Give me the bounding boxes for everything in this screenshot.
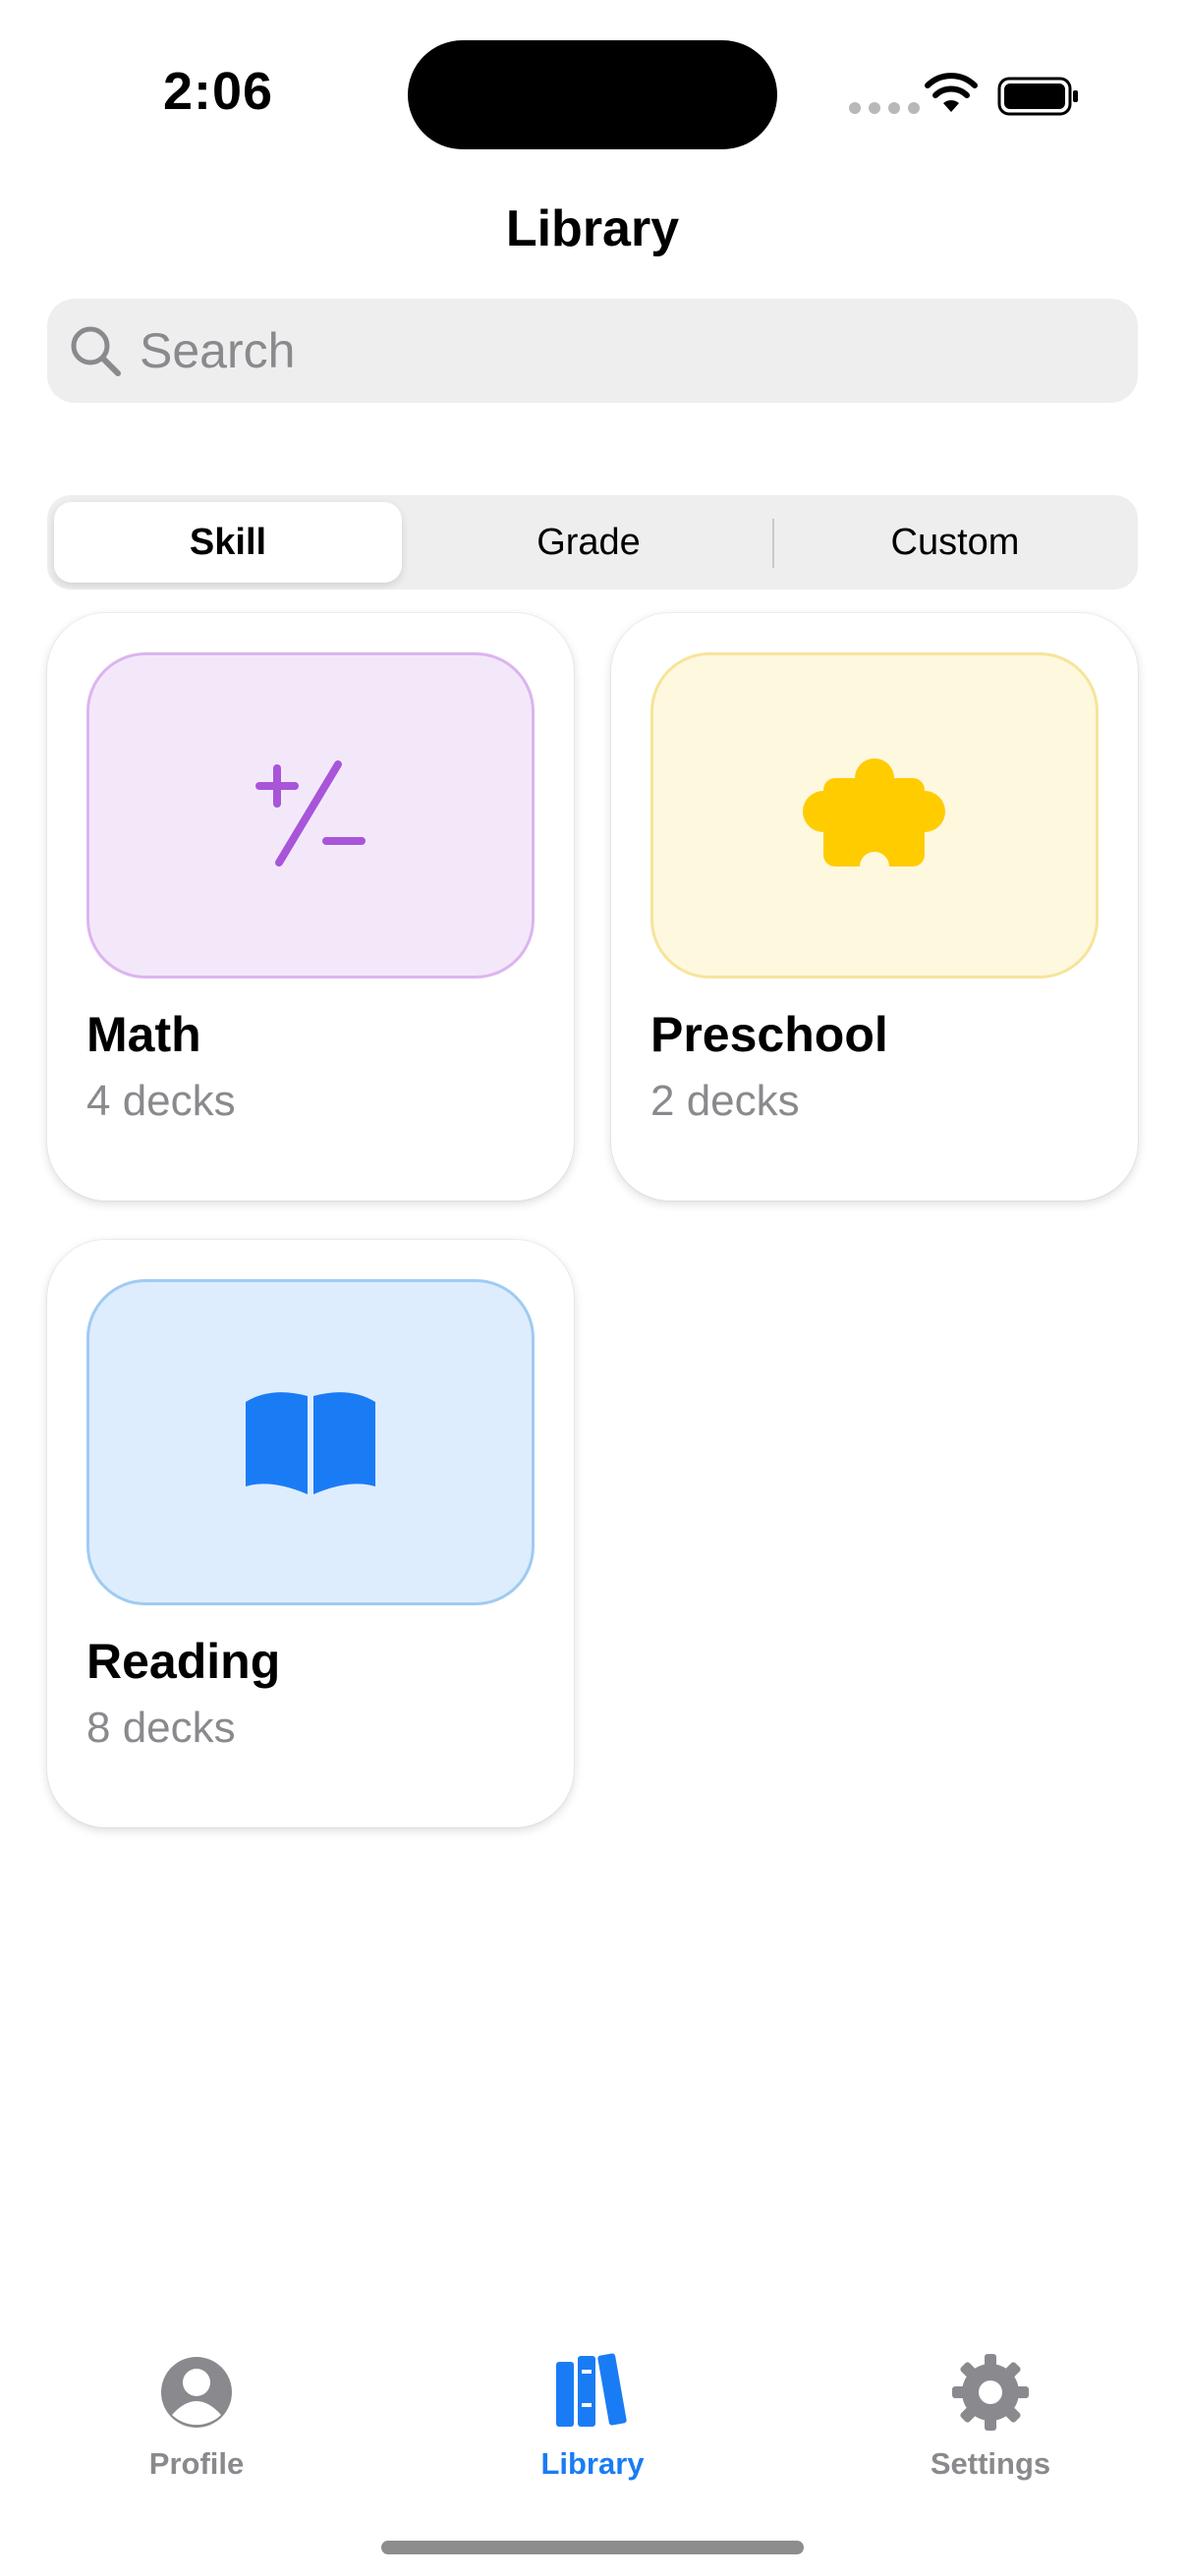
search-input[interactable]	[140, 299, 1102, 403]
tab-bar: Profile Library Settings	[0, 2319, 1185, 2576]
category-card-math[interactable]: Math 4 decks	[47, 613, 574, 1201]
category-segmented-control: Skill Grade Custom	[47, 495, 1138, 589]
dynamic-island	[408, 40, 777, 149]
card-thumbnail	[650, 652, 1099, 979]
person-circle-icon	[161, 2357, 232, 2428]
plus-slash-minus-icon	[255, 760, 366, 867]
category-card-reading[interactable]: Reading 8 decks	[47, 1240, 574, 1827]
battery-icon	[997, 77, 1078, 116]
status-time: 2:06	[163, 62, 274, 121]
tab-profile[interactable]: Profile	[98, 2348, 295, 2482]
card-title: Preschool	[650, 1007, 888, 1062]
page-title: Library	[505, 200, 680, 257]
wifi-icon	[925, 73, 978, 112]
gear-icon	[952, 2354, 1029, 2431]
tab-label: Profile	[148, 2446, 245, 2481]
card-deck-count: 4 decks	[86, 1077, 236, 1125]
book-icon	[246, 1392, 375, 1494]
tab-label: Library	[540, 2446, 645, 2481]
card-thumbnail	[86, 1279, 535, 1605]
search-bar[interactable]	[47, 299, 1138, 403]
card-thumbnail	[86, 652, 535, 979]
home-indicator[interactable]	[381, 2541, 804, 2554]
tab-library[interactable]: Library	[494, 2348, 691, 2482]
card-deck-count: 2 decks	[650, 1077, 800, 1125]
card-deck-count: 8 decks	[86, 1704, 236, 1752]
card-title: Math	[86, 1007, 201, 1062]
segment-custom[interactable]: Custom	[778, 502, 1132, 583]
tab-settings[interactable]: Settings	[892, 2348, 1089, 2482]
search-icon	[71, 326, 121, 376]
tab-label: Settings	[930, 2446, 1051, 2481]
books-icon	[556, 2353, 627, 2427]
cellular-signal-icon	[849, 102, 920, 114]
segment-divider	[772, 519, 774, 568]
segment-grade[interactable]: Grade	[411, 502, 766, 583]
card-title: Reading	[86, 1634, 281, 1689]
puzzle-piece-icon	[803, 758, 945, 874]
segment-skill[interactable]: Skill	[54, 502, 402, 583]
status-bar: 2:06	[0, 0, 1185, 177]
category-card-preschool[interactable]: Preschool 2 decks	[611, 613, 1138, 1201]
